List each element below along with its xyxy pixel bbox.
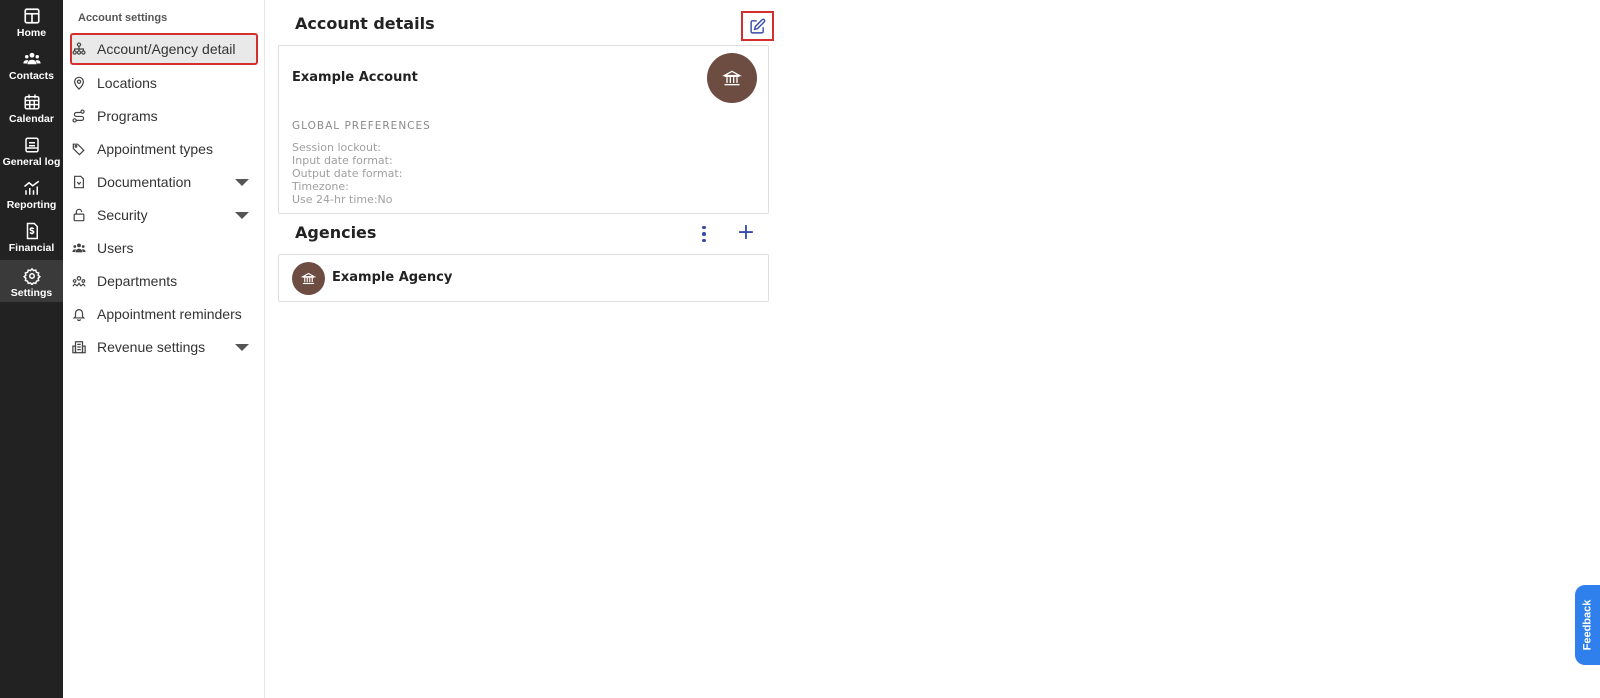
- contacts-icon: [22, 52, 41, 65]
- general-log-icon: [24, 137, 39, 153]
- sidebar-item-label: Locations: [97, 75, 157, 91]
- pref-session-lockout: Session lockout:: [292, 141, 381, 154]
- nav-settings[interactable]: Settings: [0, 260, 63, 302]
- bank-icon: [722, 70, 742, 86]
- agency-avatar: [292, 262, 325, 295]
- main-content: Account details Example Account GLOBAL P…: [266, 0, 1600, 698]
- nav-reporting-label: Reporting: [6, 199, 57, 211]
- pref-input-date-format: Input date format:: [292, 154, 393, 167]
- financial-icon: [26, 222, 38, 240]
- edit-icon: [750, 18, 766, 34]
- sidebar-item-label: Users: [97, 240, 134, 256]
- sidebar-item-programs[interactable]: Programs: [71, 101, 257, 131]
- account-details-card: Example Account GLOBAL PREFERENCES Sessi…: [278, 45, 769, 214]
- settings-sidebar: Account settings Account/Agency detail L…: [63, 0, 265, 698]
- sidebar-item-label: Programs: [97, 108, 158, 124]
- nav-calendar-label: Calendar: [9, 113, 54, 125]
- nav-reporting[interactable]: Reporting: [0, 172, 63, 214]
- nav-financial[interactable]: Financial: [0, 215, 63, 257]
- sidebar-item-label: Departments: [97, 273, 178, 289]
- agencies-title: Agencies: [295, 223, 377, 242]
- nav-home[interactable]: Home: [0, 0, 63, 42]
- nav-contacts[interactable]: Contacts: [0, 43, 63, 85]
- sidebar-item-label: Revenue settings: [97, 339, 206, 355]
- tags-icon: [72, 142, 86, 156]
- nav-financial-label: Financial: [8, 242, 55, 254]
- sidebar-item-users[interactable]: Users: [71, 233, 257, 263]
- sidebar-item-revenue-settings[interactable]: Revenue settings: [71, 332, 257, 362]
- chevron-down-icon[interactable]: [235, 179, 249, 186]
- reporting-icon: [23, 180, 39, 195]
- pref-output-date-format: Output date format:: [292, 167, 403, 180]
- settings-icon: [22, 267, 41, 285]
- more-options-icon[interactable]: [698, 223, 710, 245]
- users-icon: [72, 241, 86, 255]
- building-icon: [72, 340, 86, 354]
- sidebar-item-departments[interactable]: Departments: [71, 266, 257, 296]
- global-preferences-heading: GLOBAL PREFERENCES: [292, 120, 431, 132]
- sidebar-item-label: Security: [97, 207, 148, 223]
- home-icon: [23, 8, 40, 24]
- sidebar-item-security[interactable]: Security: [71, 200, 257, 230]
- location-pin-icon: [72, 76, 86, 90]
- edit-account-button[interactable]: [741, 11, 774, 41]
- main-nav-rail: Home Contacts Calendar General log Repor…: [0, 0, 63, 698]
- sidebar-item-label: Documentation: [97, 174, 192, 190]
- sidebar-item-appointment-reminders[interactable]: Appointment reminders: [71, 299, 257, 329]
- add-agency-button[interactable]: +: [736, 222, 756, 244]
- account-details-title: Account details: [295, 14, 435, 33]
- route-icon: [72, 109, 86, 123]
- feedback-label: Feedback: [1581, 599, 1594, 651]
- document-icon: [72, 175, 86, 189]
- sidebar-item-account-agency-detail[interactable]: Account/Agency detail: [70, 33, 258, 65]
- nav-general-log[interactable]: General log: [0, 129, 63, 171]
- account-name: Example Account: [292, 70, 418, 85]
- sidebar-item-label: Account/Agency detail: [97, 41, 236, 57]
- nav-settings-label: Settings: [10, 287, 53, 299]
- unlock-icon: [72, 208, 86, 222]
- sidebar-item-label: Appointment types: [97, 141, 213, 157]
- bell-icon: [72, 307, 86, 321]
- app: Home Contacts Calendar General log Repor…: [0, 0, 1600, 698]
- nav-home-label: Home: [16, 27, 47, 39]
- bank-icon: [301, 272, 316, 285]
- departments-icon: [72, 274, 86, 288]
- agency-name: Example Agency: [332, 270, 453, 285]
- nav-contacts-label: Contacts: [9, 70, 54, 82]
- chevron-down-icon[interactable]: [235, 344, 249, 351]
- chevron-down-icon[interactable]: [235, 212, 249, 219]
- agency-list-item[interactable]: Example Agency: [278, 254, 769, 302]
- nav-general-log-label: General log: [2, 156, 61, 168]
- nav-calendar[interactable]: Calendar: [0, 86, 63, 128]
- sidebar-item-appointment-types[interactable]: Appointment types: [71, 134, 257, 164]
- sidebar-item-label: Appointment reminders: [97, 306, 242, 322]
- sidebar-item-documentation[interactable]: Documentation: [71, 167, 257, 197]
- account-avatar: [707, 53, 757, 103]
- hierarchy-icon: [72, 42, 86, 56]
- sidebar-item-locations[interactable]: Locations: [71, 68, 257, 98]
- pref-timezone: Timezone:: [292, 180, 349, 193]
- sidebar-title: Account settings: [78, 12, 168, 24]
- feedback-button[interactable]: Feedback: [1575, 585, 1600, 665]
- pref-use-24hr-time: Use 24-hr time:No: [292, 193, 393, 206]
- calendar-icon: [24, 94, 39, 110]
